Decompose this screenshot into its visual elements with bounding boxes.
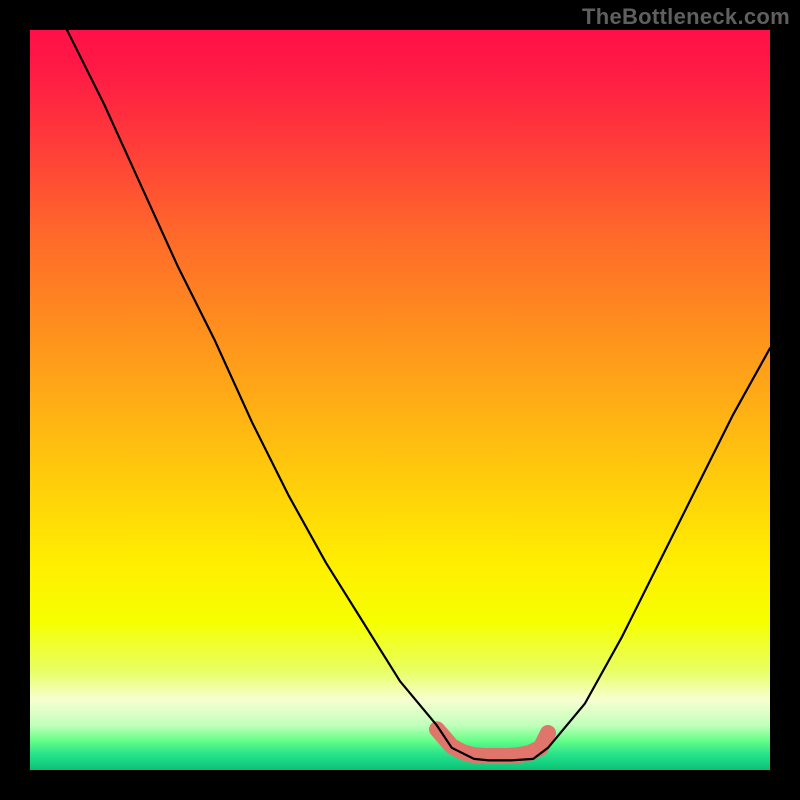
curve-layer xyxy=(30,30,770,770)
sweet-spot-marker xyxy=(437,729,548,756)
chart-frame: TheBottleneck.com xyxy=(0,0,800,800)
watermark-text: TheBottleneck.com xyxy=(582,4,790,30)
plot-area xyxy=(30,30,770,770)
bottleneck-curve xyxy=(67,30,770,760)
